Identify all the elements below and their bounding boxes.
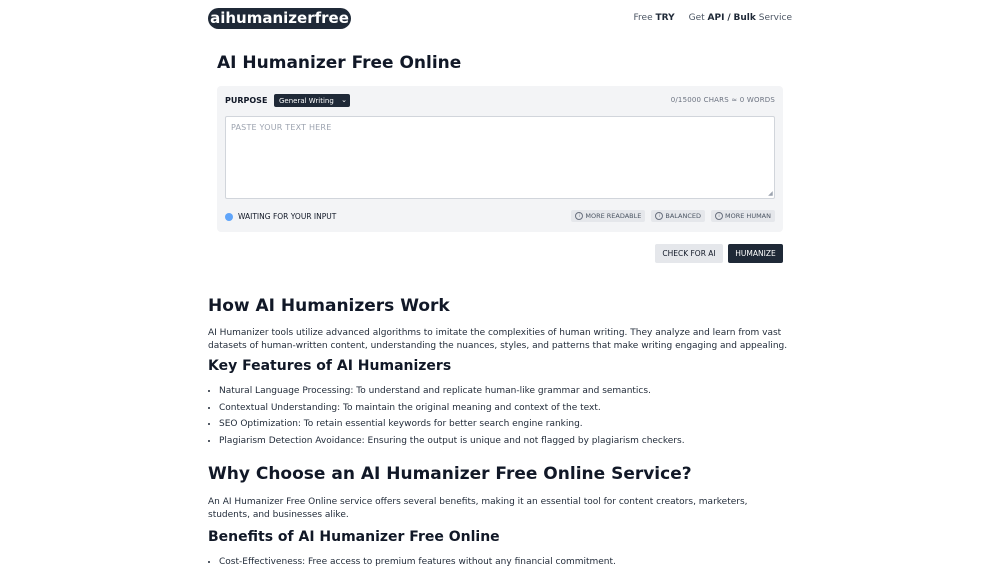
mode-more-human-button[interactable]: i MORE HUMAN: [711, 210, 775, 222]
check-for-ai-button[interactable]: CHECK FOR AI: [655, 244, 723, 263]
info-icon: i: [575, 212, 584, 220]
status-indicator: WAITING FOR YOUR INPUT: [225, 212, 336, 221]
humanize-button[interactable]: HUMANIZE: [728, 244, 783, 263]
features-list: Natural Language Processing: To understa…: [208, 383, 685, 449]
subheading-benefits: Benefits of AI Humanizer Free Online: [208, 529, 500, 545]
resize-handle-icon[interactable]: ◢: [768, 190, 773, 197]
list-item: Contextual Understanding: To maintain th…: [219, 400, 685, 417]
purpose-select[interactable]: General Writing ⌄: [274, 94, 350, 107]
page: aihumanizerfree Free TRY Get API / Bulk …: [0, 0, 1000, 567]
nav-try-strong: TRY: [655, 13, 675, 23]
text-input[interactable]: PASTE YOUR TEXT HERE ◢: [225, 116, 775, 199]
humanizer-tool-card: PURPOSE General Writing ⌄ 0/15000 CHARS …: [217, 86, 783, 232]
mode-balanced-button[interactable]: i BALANCED: [651, 210, 706, 222]
list-item: SEO Optimization: To retain essential ke…: [219, 416, 685, 433]
info-icon: i: [715, 212, 724, 220]
nav-service-suffix: Service: [758, 13, 792, 23]
mode-options: i MORE READABLE i BALANCED i MORE HUMAN: [571, 210, 775, 222]
section-paragraph-why: An AI Humanizer Free Online service offe…: [208, 497, 748, 520]
section-paragraph-how: AI Humanizer tools utilize advanced algo…: [208, 328, 788, 351]
section-heading-why: Why Choose an AI Humanizer Free Online S…: [208, 464, 692, 484]
info-icon: i: [655, 212, 664, 220]
section-heading-how: How AI Humanizers Work: [208, 296, 450, 316]
benefits-list: Cost-Effectiveness: Free access to premi…: [208, 554, 616, 571]
page-title: AI Humanizer Free Online: [217, 53, 462, 73]
mode-label: MORE HUMAN: [725, 212, 771, 220]
mode-label: MORE READABLE: [585, 212, 642, 220]
list-item: Natural Language Processing: To understa…: [219, 383, 685, 400]
nav-free-prefix: Free: [633, 13, 653, 23]
char-word-counter: 0/15000 CHARS ≈ 0 WORDS: [670, 96, 775, 104]
nav-get-prefix: Get: [688, 13, 705, 23]
status-text: WAITING FOR YOUR INPUT: [238, 212, 337, 221]
nav-separator: /: [727, 13, 731, 23]
nav-free-try-link[interactable]: Free TRY: [634, 13, 675, 23]
status-dot-icon: [225, 212, 233, 221]
list-item: Plagiarism Detection Avoidance: Ensuring…: [219, 433, 685, 450]
chevron-down-icon: ⌄: [341, 96, 347, 104]
subheading-features: Key Features of AI Humanizers: [208, 358, 452, 374]
mode-more-readable-button[interactable]: i MORE READABLE: [571, 210, 646, 222]
top-nav: Free TRY Get API / Bulk Service: [634, 13, 792, 23]
purpose-label: PURPOSE: [225, 96, 268, 105]
nav-api-strong: API: [707, 13, 725, 23]
mode-label: BALANCED: [665, 212, 702, 220]
nav-bulk-strong: Bulk: [733, 13, 756, 23]
text-input-placeholder: PASTE YOUR TEXT HERE: [231, 123, 332, 132]
purpose-selected-value: General Writing: [279, 96, 334, 105]
site-logo[interactable]: aihumanizerfree: [208, 8, 351, 29]
list-item: Cost-Effectiveness: Free access to premi…: [219, 554, 616, 571]
nav-api-bulk-link[interactable]: Get API / Bulk Service: [689, 13, 792, 23]
